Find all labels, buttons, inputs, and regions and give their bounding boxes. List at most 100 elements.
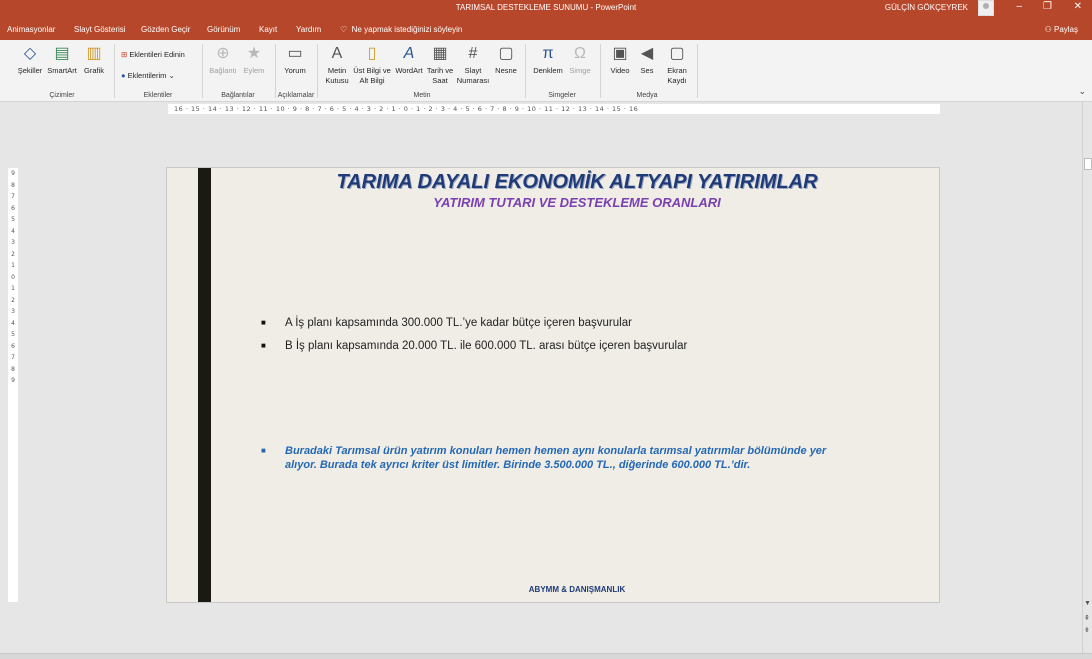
slide-canvas[interactable]: TARIMA DAYALI EKONOMİK ALTYAPI YATIRIMLA… <box>166 167 940 603</box>
header-footer-icon: ▯ <box>367 45 377 62</box>
previous-slide-icon[interactable]: ⇞ <box>1084 614 1090 622</box>
link-button[interactable]: ⊕ Bağlantı <box>207 44 239 76</box>
chart-button[interactable]: ▥ Grafik <box>80 44 108 76</box>
tell-me-search[interactable]: ♡ Ne yapmak istediğinizi söyleyin <box>340 25 462 34</box>
symbol-button[interactable]: Ω Simge <box>565 44 595 76</box>
ruler-mark: 3 <box>11 239 15 246</box>
menu-bar: Animasyonlar Slayt Gösterisi Gözden Geçi… <box>0 18 1092 40</box>
restore-button[interactable]: ❐ <box>1043 1 1052 12</box>
separator <box>600 44 601 98</box>
get-addins-label: Eklentileri Edinin <box>129 50 185 59</box>
share-button[interactable]: ⚇ Paylaş <box>1045 25 1078 34</box>
close-button[interactable]: ✕ <box>1074 1 1082 12</box>
ruler-mark: 9 <box>11 170 15 177</box>
ruler-mark: 5 <box>11 216 15 223</box>
bullet-item: A İş planı kapsamında 300.000 TL.’ye kad… <box>261 316 901 339</box>
my-addins-label: Eklentilerim <box>127 71 167 80</box>
shapes-icon: ◇ <box>23 45 37 62</box>
slide-subtitle[interactable]: YATIRIM TUTARI VE DESTEKLEME ORANLARI <box>247 195 907 210</box>
smartart-button[interactable]: ▤ SmartArt <box>45 44 79 76</box>
scroll-down-icon[interactable]: ▼ <box>1084 600 1091 607</box>
separator <box>525 44 526 98</box>
slide-title[interactable]: TARIMA DAYALI EKONOMİK ALTYAPI YATIRIMLA… <box>247 171 907 194</box>
slide-footer[interactable]: ABYMM & DANIŞMANLIK <box>467 585 687 594</box>
audio-button[interactable]: ◀ Ses <box>634 44 660 76</box>
datetime-button[interactable]: ▦ Tarih ve Saat <box>425 44 455 86</box>
equation-icon: π <box>542 45 554 62</box>
addins-icon: ● <box>121 71 126 80</box>
group-label-text: Metin <box>413 92 431 99</box>
wordart-label: WordArt <box>395 66 423 75</box>
status-bar <box>0 653 1092 659</box>
ruler-mark: 7 <box>11 354 15 361</box>
object-button[interactable]: ▢ Nesne <box>492 44 520 76</box>
header-footer-button[interactable]: ▯ Üst Bilgi ve Alt Bilgi <box>352 44 392 86</box>
object-label: Nesne <box>495 66 517 75</box>
tab-view[interactable]: Görünüm <box>207 25 240 34</box>
shapes-button[interactable]: ◇ Şekiller <box>14 44 46 76</box>
collapse-ribbon-icon[interactable]: ⌄ <box>1078 86 1086 97</box>
separator <box>697 44 698 98</box>
header-footer-label: Üst Bilgi ve Alt Bilgi <box>353 66 391 85</box>
textbox-icon: A <box>331 45 343 62</box>
video-button[interactable]: ▣ Video <box>606 44 634 76</box>
symbol-icon: Ω <box>574 45 586 62</box>
comment-label: Yorum <box>284 66 306 75</box>
bullet-list[interactable]: A İş planı kapsamında 300.000 TL.’ye kad… <box>261 316 901 362</box>
avatar[interactable] <box>978 0 994 16</box>
slide-side-bar <box>198 168 211 602</box>
get-addins-button[interactable]: ⊞ Eklentileri Edinin <box>121 50 185 59</box>
action-button[interactable]: ★ Eylem <box>240 44 268 76</box>
audio-icon: ◀ <box>640 45 654 62</box>
datetime-icon: ▦ <box>432 45 448 62</box>
action-icon: ★ <box>246 45 262 62</box>
screen-recording-button[interactable]: ▢ Ekran Kaydı <box>662 44 692 86</box>
vertical-ruler[interactable]: 9 8 7 6 5 4 3 2 1 0 1 2 3 4 5 6 7 8 9 <box>8 168 18 602</box>
wordart-button[interactable]: A WordArt <box>392 44 426 76</box>
object-icon: ▢ <box>498 45 514 62</box>
group-label-addins: Eklentiler <box>143 92 173 99</box>
group-label-media: Medya <box>636 92 658 99</box>
ruler-mark: 1 <box>11 285 15 292</box>
comment-icon: ▭ <box>287 45 303 62</box>
my-addins-button[interactable]: ● Eklentilerim ⌄ <box>121 71 175 80</box>
ruler-mark: 9 <box>11 377 15 384</box>
slide-number-button[interactable]: # Slayt Numarası <box>455 44 491 86</box>
tab-animations[interactable]: Animasyonlar <box>7 25 55 34</box>
note-text[interactable]: Buradaki Tarımsal ürün yatırım konuları … <box>261 444 861 472</box>
tab-review[interactable]: Gözden Geçir <box>141 25 190 34</box>
video-label: Video <box>610 66 630 75</box>
ribbon: ◇ Şekiller ▤ SmartArt ▥ Grafik ⊞ Eklentiler… <box>0 40 1092 102</box>
ruler-mark: 1 <box>11 262 15 269</box>
ruler-mark: 6 <box>11 204 15 212</box>
scroll-thumb[interactable] <box>1084 158 1092 170</box>
vertical-scrollbar[interactable]: ▼ ⇞ ⇟ <box>1082 102 1092 654</box>
textbox-button[interactable]: A Metin Kutusu <box>320 44 354 86</box>
next-slide-icon[interactable]: ⇟ <box>1084 626 1090 634</box>
separator <box>114 44 115 98</box>
tell-me-text: Ne yapmak istediğinizi söyleyin <box>351 25 463 34</box>
ruler-mark: 6 <box>11 342 15 350</box>
share-icon: ⚇ <box>1044 25 1052 34</box>
ruler-mark: 8 <box>11 365 15 373</box>
lightbulb-icon: ♡ <box>340 25 348 34</box>
tab-help[interactable]: Yardım <box>296 25 321 34</box>
minimize-button[interactable]: – <box>1016 1 1022 12</box>
user-name[interactable]: GÜLÇİN GÖKÇEYREK <box>885 3 968 12</box>
group-label-symbols: Simgeler <box>548 92 576 99</box>
title-bar: TARIMSAL DESTEKLEME SUNUMU - PowerPoint … <box>0 0 1092 18</box>
tab-record[interactable]: Kayıt <box>259 25 277 34</box>
action-label: Eylem <box>243 66 265 75</box>
shapes-label: Şekiller <box>17 66 43 75</box>
screen-recording-label: Ekran Kaydı <box>667 66 687 85</box>
tab-slide-show[interactable]: Slayt Gösterisi <box>74 25 126 34</box>
wordart-icon: A <box>403 45 415 62</box>
smartart-icon: ▤ <box>54 45 70 62</box>
equation-button[interactable]: π Denklem <box>530 44 566 76</box>
separator <box>317 44 318 98</box>
horizontal-ruler[interactable]: 16 · 15 · 14 · 13 · 12 · 11 · 10 · 9 · 8… <box>168 104 940 114</box>
smartart-label: SmartArt <box>47 66 77 75</box>
slide-number-label: Slayt Numarası <box>456 66 490 85</box>
video-icon: ▣ <box>612 45 628 62</box>
comment-button[interactable]: ▭ Yorum <box>280 44 310 76</box>
